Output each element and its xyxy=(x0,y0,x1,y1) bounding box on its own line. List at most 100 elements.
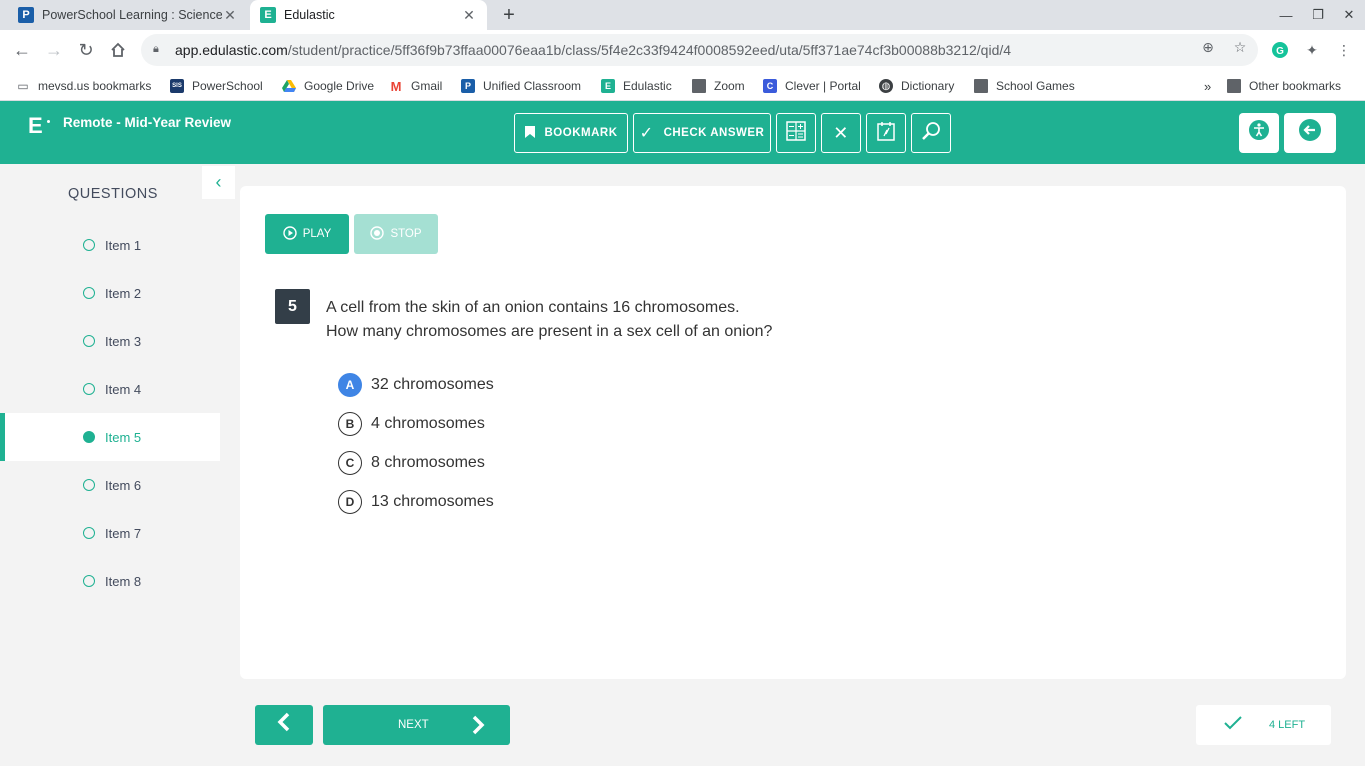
bookmark-unified-classroom[interactable]: P Unified Classroom xyxy=(461,76,581,96)
sidebar-item-8[interactable]: Item 8 xyxy=(0,557,220,605)
powerschool-favicon-icon: P xyxy=(18,7,34,23)
next-button[interactable]: NEXT xyxy=(323,705,510,745)
status-dot-icon xyxy=(83,383,95,395)
lock-icon: 🔒︎ xyxy=(153,43,159,55)
bookmark-label: Clever | Portal xyxy=(785,79,861,93)
check-answer-button[interactable]: ✓ CHECK ANSWER xyxy=(633,113,771,153)
back-icon[interactable]: ← xyxy=(8,36,36,64)
scratchpad-button[interactable] xyxy=(866,113,906,153)
bookmark-other[interactable]: Other bookmarks xyxy=(1227,76,1341,96)
browser-tab-strip: P PowerSchool Learning : Science ✕ E Edu… xyxy=(0,0,1365,30)
edulastic-icon: E xyxy=(601,79,615,93)
check-icon: ✓ xyxy=(639,125,654,142)
choice-letter-badge: D xyxy=(338,490,362,514)
bookmark-mevsd[interactable]: ▭ mevsd.us bookmarks xyxy=(16,76,151,96)
collapse-sidebar-button[interactable]: ‹ xyxy=(202,166,235,199)
bookmark-edulastic[interactable]: E Edulastic xyxy=(601,76,672,96)
sidebar-item-label: Item 7 xyxy=(105,525,142,541)
sidebar-item-2[interactable]: Item 2 xyxy=(0,269,220,317)
previous-button[interactable] xyxy=(255,705,313,745)
google-drive-icon xyxy=(282,79,296,93)
status-dot-icon xyxy=(83,287,95,299)
sidebar-item-label: Item 3 xyxy=(105,333,142,349)
stop-button[interactable]: STOP xyxy=(354,214,438,254)
more-bookmarks-icon[interactable]: » xyxy=(1204,76,1211,96)
scratchpad-icon xyxy=(876,121,896,146)
folder-icon xyxy=(974,79,988,93)
eliminate-answer-button[interactable]: ✕ xyxy=(821,113,861,153)
sidebar-item-4[interactable]: Item 4 xyxy=(0,365,220,413)
sidebar-item-7[interactable]: Item 7 xyxy=(0,509,220,557)
questions-left-indicator[interactable]: 4 LEFT xyxy=(1196,705,1331,745)
check-answer-label: CHECK ANSWER xyxy=(663,127,765,139)
close-tab-icon[interactable]: ✕ xyxy=(461,7,477,23)
browser-tab-edulastic[interactable]: E Edulastic ✕ xyxy=(250,0,487,30)
choice-letter-badge: B xyxy=(338,412,362,436)
folder-icon: ▭ xyxy=(17,79,29,93)
choice-d[interactable]: D 13 chromosomes xyxy=(338,489,494,515)
bookmark-gmail[interactable]: M Gmail xyxy=(389,76,443,96)
forward-icon[interactable]: → xyxy=(40,36,68,64)
globe-icon: ◍ xyxy=(879,79,893,93)
menu-icon[interactable]: ⋮ xyxy=(1334,40,1354,60)
reload-icon[interactable]: ↻ xyxy=(72,36,100,64)
tab-title: PowerSchool Learning : Science xyxy=(42,8,222,22)
browser-tab-powerschool[interactable]: P PowerSchool Learning : Science ✕ xyxy=(8,0,248,30)
sis-icon: SIS xyxy=(170,79,184,93)
address-bar[interactable]: 🔒︎ app.edulastic.com/student/practice/5f… xyxy=(141,34,1258,66)
bookmark-label: Unified Classroom xyxy=(483,79,582,93)
sidebar-item-6[interactable]: Item 6 xyxy=(0,461,220,509)
exit-button[interactable] xyxy=(1284,113,1336,153)
sidebar-item-3[interactable]: Item 3 xyxy=(0,317,220,365)
bookmark-google-drive[interactable]: Google Drive xyxy=(282,76,374,96)
questions-left-label: 4 LEFT xyxy=(1269,719,1306,731)
accessibility-button[interactable] xyxy=(1239,113,1279,153)
bookmark-dictionary[interactable]: ◍ Dictionary xyxy=(879,76,954,96)
browser-toolbar: ← → ↻ 🔒︎ app.edulastic.com/student/pract… xyxy=(0,30,1365,70)
restore-icon[interactable]: ❐ xyxy=(1302,0,1334,30)
bookmark-school-games[interactable]: School Games xyxy=(974,76,1075,96)
bookmark-zoom[interactable]: Zoom xyxy=(692,76,745,96)
cross-icon: ✕ xyxy=(833,122,849,143)
question-line-2: How many chromosomes are present in a se… xyxy=(326,323,773,340)
magnifier-icon xyxy=(921,121,941,146)
star-icon[interactable]: ☆ xyxy=(1231,38,1249,56)
sidebar-item-1[interactable]: Item 1 xyxy=(0,221,220,269)
location-icon[interactable]: ⊕ xyxy=(1199,38,1217,56)
question-number-badge: 5 xyxy=(275,289,310,324)
sidebar-item-label: Item 5 xyxy=(105,429,142,445)
accessibility-icon xyxy=(1249,120,1269,146)
questions-sidebar: QUESTIONS ‹ Item 1 Item 2 Item 3 Item 4 … xyxy=(0,164,235,753)
clever-icon: C xyxy=(763,79,777,93)
choice-a[interactable]: A 32 chromosomes xyxy=(338,372,494,398)
choice-text: 4 chromosomes xyxy=(371,415,485,432)
sidebar-item-5[interactable]: Item 5 xyxy=(0,413,220,461)
close-tab-icon[interactable]: ✕ xyxy=(222,7,238,23)
url-text: app.edulastic.com/student/practice/5ff36… xyxy=(175,42,1012,58)
status-dot-icon xyxy=(83,527,95,539)
close-window-icon[interactable]: ✕ xyxy=(1333,0,1365,30)
new-tab-icon[interactable]: + xyxy=(498,4,520,26)
sidebar-title: QUESTIONS xyxy=(68,186,158,202)
next-label: NEXT xyxy=(398,719,429,731)
bookmark-powerschool[interactable]: SIS PowerSchool xyxy=(170,76,263,96)
choice-c[interactable]: C 8 chromosomes xyxy=(338,450,485,476)
bookmark-button[interactable]: BOOKMARK xyxy=(514,113,628,153)
check-icon xyxy=(1224,714,1242,735)
bookmark-clever[interactable]: C Clever | Portal xyxy=(763,76,861,96)
play-label: PLAY xyxy=(302,228,332,240)
sidebar-item-label: Item 1 xyxy=(105,237,142,253)
minimize-icon[interactable]: — xyxy=(1270,0,1302,30)
logo-dot xyxy=(47,120,50,123)
chevron-right-icon xyxy=(471,711,485,745)
extensions-icon[interactable]: ✦ xyxy=(1302,40,1322,60)
gmail-icon: M xyxy=(390,78,402,94)
grammarly-icon[interactable]: G xyxy=(1270,40,1290,60)
choice-b[interactable]: B 4 chromosomes xyxy=(338,411,485,437)
home-icon[interactable] xyxy=(104,36,132,64)
play-button[interactable]: PLAY xyxy=(265,214,349,254)
question-stem: A cell from the skin of an onion contain… xyxy=(326,296,772,344)
tab-title: Edulastic xyxy=(284,8,335,22)
calculator-button[interactable] xyxy=(776,113,816,153)
zoom-button[interactable] xyxy=(911,113,951,153)
